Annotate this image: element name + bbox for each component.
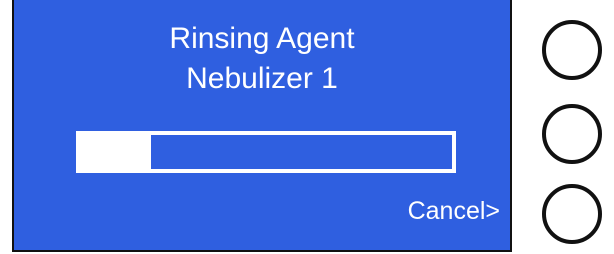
side-button-top[interactable] xyxy=(542,20,602,80)
progress-bar xyxy=(76,131,456,173)
side-button-bottom[interactable] xyxy=(542,184,602,244)
title-line-2: Nebulizer 1 xyxy=(186,62,338,95)
title-line-1: Rinsing Agent xyxy=(169,22,355,55)
device-panel: Rinsing Agent Nebulizer 1 Cancel> xyxy=(0,0,614,254)
side-button-middle[interactable] xyxy=(542,104,602,164)
cancel-button[interactable]: Cancel> xyxy=(408,196,500,226)
progress-bar-fill xyxy=(80,135,151,169)
display-screen: Rinsing Agent Nebulizer 1 Cancel> xyxy=(12,0,512,252)
